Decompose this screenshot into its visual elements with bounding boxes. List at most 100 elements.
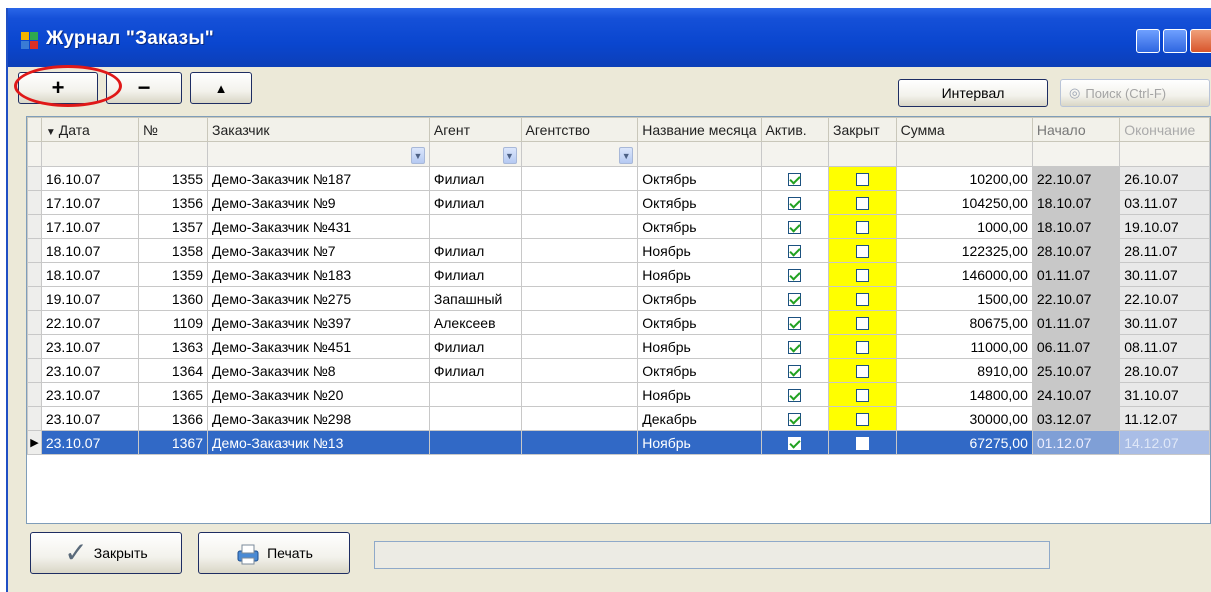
column-header-closed[interactable]: Закрыт [828,117,897,142]
cell-agent[interactable]: Филиал [428,262,522,287]
filter-customer[interactable]: ▼ [207,141,430,167]
cell-agency[interactable] [520,214,639,239]
cell-active[interactable] [760,238,830,263]
cell-end[interactable]: 11.12.07 [1119,406,1210,431]
cell-agent[interactable] [428,430,522,455]
closed-checkbox[interactable] [855,197,869,211]
maximize-icon[interactable] [1163,29,1187,53]
cell-start[interactable]: 03.12.07 [1031,406,1121,431]
column-header-start[interactable]: Начало [1031,117,1121,142]
cell-number[interactable]: 1367 [137,430,209,455]
row-selector[interactable] [27,286,42,311]
cell-agency[interactable] [520,166,639,191]
cell-customer[interactable]: Демо-Заказчик №187 [207,166,430,191]
cell-agent[interactable]: Филиал [428,238,522,263]
dropdown-icon[interactable]: ▼ [502,146,517,164]
row-selector[interactable] [27,310,42,335]
row-selector[interactable] [27,334,42,359]
cell-active[interactable] [760,262,830,287]
cell-sum[interactable]: 30000,00 [895,406,1033,431]
cell-closed[interactable] [828,286,897,311]
closed-checkbox[interactable] [855,173,869,187]
cell-date[interactable]: 23.10.07 [40,382,139,407]
closed-checkbox[interactable] [855,245,869,259]
delete-record-button[interactable]: − [106,72,182,104]
cell-active[interactable] [760,166,830,191]
table-row[interactable]: 22.10.07 1109 Демо-Заказчик №397 Алексеев Ок… [27,310,1210,335]
active-checkbox[interactable] [788,197,802,211]
table-row[interactable]: 23.10.07 1364 Демо-Заказчик №8 Филиал Октябр… [27,358,1210,383]
filter-date[interactable] [40,141,139,167]
cell-number[interactable]: 1365 [137,382,209,407]
cell-customer[interactable]: Демо-Заказчик №451 [207,334,430,359]
cell-closed[interactable] [828,310,897,335]
cell-end[interactable]: 08.11.07 [1119,334,1210,359]
cell-start[interactable]: 22.10.07 [1031,286,1121,311]
cell-month[interactable]: Октябрь [637,214,762,239]
row-selector[interactable] [27,190,42,215]
cell-month[interactable]: Ноябрь [637,238,762,263]
column-header-number[interactable]: № [137,117,209,142]
cell-number[interactable]: 1358 [137,238,209,263]
cell-agent[interactable]: Филиал [428,334,522,359]
filter-agent[interactable]: ▼ [428,141,522,167]
row-selector[interactable] [27,238,42,263]
cell-date[interactable]: 22.10.07 [40,310,139,335]
cell-active[interactable] [760,310,830,335]
cell-active[interactable] [760,286,830,311]
cell-agency[interactable] [520,334,639,359]
cell-sum[interactable]: 104250,00 [895,190,1033,215]
cell-start[interactable]: 06.11.07 [1031,334,1121,359]
active-checkbox[interactable] [788,413,802,427]
cell-sum[interactable]: 14800,00 [895,382,1033,407]
cell-agency[interactable] [520,190,639,215]
cell-month[interactable]: Ноябрь [637,430,762,455]
column-header-end[interactable]: Окончание [1119,117,1210,142]
cell-start[interactable]: 01.11.07 [1031,262,1121,287]
table-row[interactable]: 17.10.07 1357 Демо-Заказчик №431 Октябрь 100… [27,214,1210,239]
closed-checkbox[interactable] [855,293,869,307]
cell-number[interactable]: 1359 [137,262,209,287]
cell-end[interactable]: 03.11.07 [1119,190,1210,215]
active-checkbox[interactable] [788,221,802,235]
cell-customer[interactable]: Демо-Заказчик №9 [207,190,430,215]
cell-active[interactable] [760,214,830,239]
cell-active[interactable] [760,382,830,407]
filter-closed[interactable] [828,141,897,167]
table-row[interactable]: 18.10.07 1359 Демо-Заказчик №183 Филиал Нояб… [27,262,1210,287]
cell-sum[interactable]: 1000,00 [895,214,1033,239]
closed-checkbox[interactable] [855,269,869,283]
cell-agency[interactable] [520,406,639,431]
cell-agency[interactable] [520,382,639,407]
cell-month[interactable]: Октябрь [637,286,762,311]
table-row[interactable]: 19.10.07 1360 Демо-Заказчик №275 Запашный Ок… [27,286,1210,311]
cell-closed[interactable] [828,190,897,215]
cell-sum[interactable]: 146000,00 [895,262,1033,287]
close-window-icon[interactable] [1190,29,1211,53]
active-checkbox[interactable] [788,293,802,307]
cell-active[interactable] [760,406,830,431]
cell-date[interactable]: 23.10.07 [40,430,139,455]
cell-number[interactable]: 1360 [137,286,209,311]
cell-end[interactable]: 31.10.07 [1119,382,1210,407]
cell-agent[interactable]: Филиал [428,190,522,215]
cell-sum[interactable]: 1500,00 [895,286,1033,311]
cell-number[interactable]: 1109 [137,310,209,335]
cell-sum[interactable]: 10200,00 [895,166,1033,191]
cell-end[interactable]: 30.11.07 [1119,310,1210,335]
cell-month[interactable]: Октябрь [637,190,762,215]
cell-customer[interactable]: Демо-Заказчик №298 [207,406,430,431]
search-button[interactable]: ◎ Поиск (Ctrl-F) [1060,79,1210,107]
active-checkbox[interactable] [788,389,802,403]
cell-start[interactable]: 18.10.07 [1031,214,1121,239]
cell-sum[interactable]: 8910,00 [895,358,1033,383]
cell-agent[interactable]: Филиал [428,166,522,191]
column-header-agent[interactable]: Агент [428,117,522,142]
cell-agency[interactable] [520,358,639,383]
cell-customer[interactable]: Демо-Заказчик №13 [207,430,430,455]
closed-checkbox[interactable] [855,221,869,235]
cell-month[interactable]: Ноябрь [637,262,762,287]
row-selector[interactable] [27,358,42,383]
filter-start[interactable] [1031,141,1121,167]
cell-agent[interactable]: Алексеев [428,310,522,335]
